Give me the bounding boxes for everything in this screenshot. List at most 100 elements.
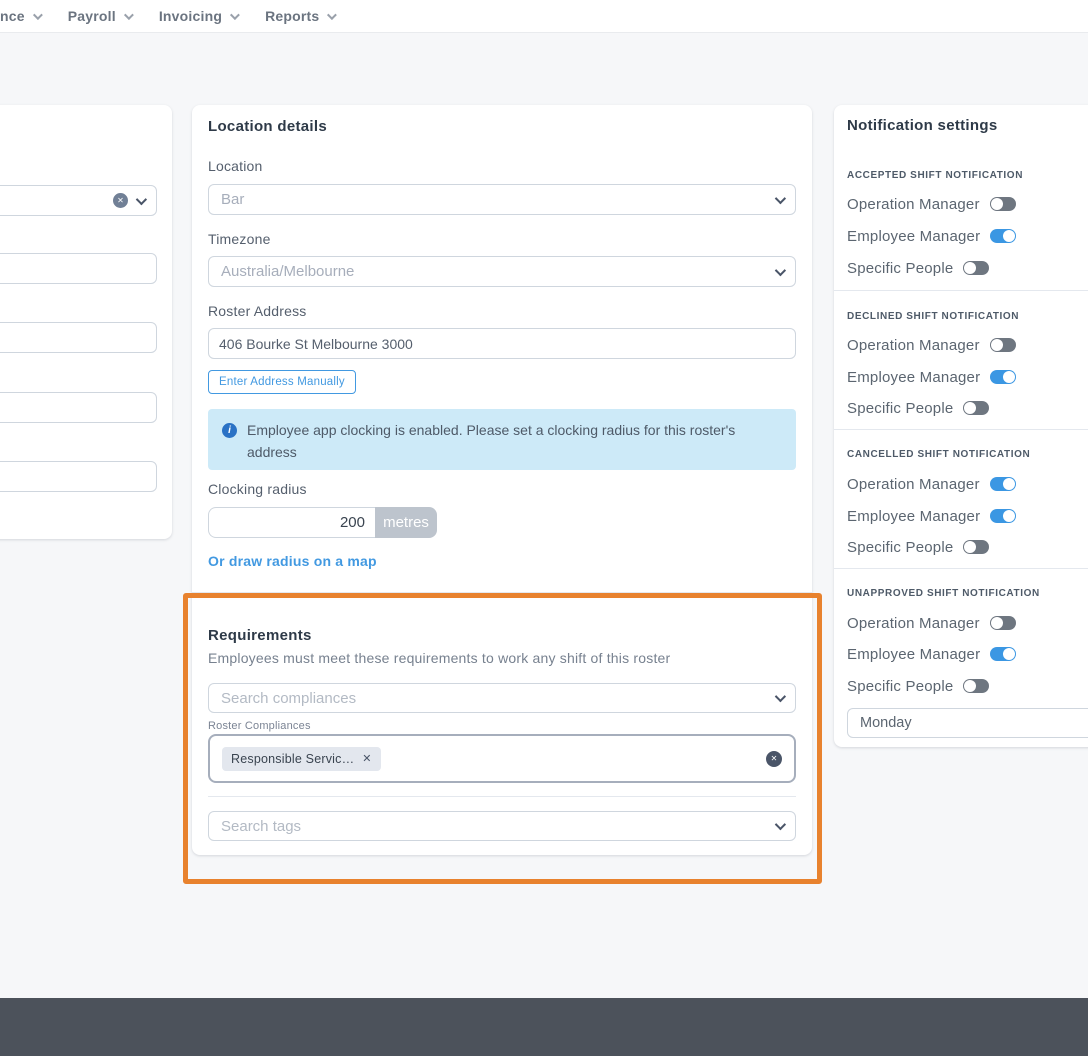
row-label: Specific People (847, 260, 953, 277)
chevron-down-icon (327, 10, 337, 20)
location-label: Location (208, 158, 263, 174)
nav-item-payroll[interactable]: Payroll (68, 8, 131, 24)
nav-item-label: Invoicing (159, 8, 222, 24)
notification-row: Employee Manager (847, 225, 1016, 247)
specific-people-toggle[interactable] (963, 679, 989, 693)
row-label: Specific People (847, 678, 953, 695)
search-compliances-placeholder: Search compliances (221, 690, 775, 707)
requirements-title: Requirements (208, 627, 312, 644)
chevron-down-icon (775, 691, 786, 702)
left-panel-select[interactable]: ✕ (0, 185, 157, 216)
operation-manager-toggle[interactable] (990, 477, 1016, 491)
clear-compliances-icon[interactable]: ✕ (766, 751, 782, 767)
left-panel-input-1[interactable] (0, 253, 157, 284)
employee-manager-toggle[interactable] (990, 647, 1016, 661)
notification-row: Operation Manager (847, 612, 1016, 634)
notification-row: Specific People (847, 675, 989, 697)
chevron-down-icon (124, 10, 134, 20)
notification-section-heading: ACCEPTED SHIFT NOTIFICATION (847, 170, 1023, 181)
section-divider (192, 592, 812, 593)
left-panel: ✕ (0, 105, 172, 539)
timezone-select-value: Australia/Melbourne (221, 263, 775, 280)
notification-row: Employee Manager (847, 366, 1016, 388)
roster-compliances-box[interactable]: Responsible Servic… ✕ ✕ (208, 734, 796, 783)
day-select-value: Monday (860, 715, 1084, 731)
specific-people-toggle[interactable] (963, 261, 989, 275)
requirements-divider (208, 796, 796, 797)
clocking-radius-input[interactable] (209, 508, 375, 537)
clocking-radius-group: metres (208, 507, 437, 538)
nav-item-invoicing[interactable]: Invoicing (159, 8, 237, 24)
clocking-radius-field[interactable] (208, 507, 375, 538)
nav-item-label: Reports (265, 8, 319, 24)
clocking-radius-label: Clocking radius (208, 481, 307, 497)
clocking-info-alert: i Employee app clocking is enabled. Plea… (208, 409, 796, 470)
location-details-card: Location details Location Bar Timezone A… (192, 105, 812, 855)
roster-compliances-label: Roster Compliances (208, 720, 311, 732)
employee-manager-toggle[interactable] (990, 509, 1016, 523)
chevron-down-icon (775, 192, 786, 203)
left-panel-input-2[interactable] (0, 322, 157, 353)
left-panel-input-4[interactable] (0, 462, 156, 491)
left-panel-input-3[interactable] (0, 393, 156, 422)
clear-icon[interactable]: ✕ (113, 193, 128, 208)
operation-manager-toggle[interactable] (990, 338, 1016, 352)
notification-row: Operation Manager (847, 334, 1016, 356)
top-nav: nce Payroll Invoicing Reports (0, 0, 1088, 33)
app-screen: nce Payroll Invoicing Reports ✕ (0, 0, 1088, 1056)
info-icon: i (222, 423, 237, 438)
compliance-tag: Responsible Servic… ✕ (222, 747, 381, 771)
row-label: Employee Manager (847, 228, 980, 245)
employee-manager-toggle[interactable] (990, 229, 1016, 243)
notification-row: Specific People (847, 397, 989, 419)
notification-row: Employee Manager (847, 643, 1016, 665)
notification-row: Specific People (847, 257, 989, 279)
employee-manager-toggle[interactable] (990, 370, 1016, 384)
row-label: Specific People (847, 539, 953, 556)
nav-item-compliance[interactable]: nce (0, 8, 40, 24)
left-panel-input-1[interactable] (0, 254, 156, 283)
chevron-down-icon (33, 10, 43, 20)
row-label: Operation Manager (847, 337, 980, 354)
specific-people-toggle[interactable] (963, 401, 989, 415)
search-compliances-select[interactable]: Search compliances (208, 683, 796, 713)
draw-radius-link[interactable]: Or draw radius on a map (208, 553, 377, 569)
clocking-info-text: Employee app clocking is enabled. Please… (247, 419, 782, 460)
remove-tag-icon[interactable]: ✕ (362, 752, 371, 765)
left-panel-input-4[interactable] (0, 461, 157, 492)
location-select[interactable]: Bar (208, 184, 796, 215)
enter-address-manually-button[interactable]: Enter Address Manually (208, 370, 356, 394)
operation-manager-toggle[interactable] (990, 197, 1016, 211)
row-label: Employee Manager (847, 369, 980, 386)
location-details-title: Location details (208, 118, 327, 135)
row-label: Operation Manager (847, 476, 980, 493)
search-tags-placeholder: Search tags (221, 818, 775, 835)
page-footer (0, 998, 1088, 1056)
row-label: Operation Manager (847, 615, 980, 632)
timezone-select[interactable]: Australia/Melbourne (208, 256, 796, 287)
row-label: Employee Manager (847, 508, 980, 525)
notification-section-heading: UNAPPROVED SHIFT NOTIFICATION (847, 588, 1040, 599)
notification-settings-title: Notification settings (847, 117, 997, 134)
notification-section-heading: DECLINED SHIFT NOTIFICATION (847, 311, 1019, 322)
day-select[interactable]: Monday (847, 708, 1088, 738)
location-select-value: Bar (221, 191, 775, 208)
metres-addon: metres (375, 507, 437, 538)
specific-people-toggle[interactable] (963, 540, 989, 554)
notification-row: Specific People (847, 536, 989, 558)
row-label: Specific People (847, 400, 953, 417)
nav-item-reports[interactable]: Reports (265, 8, 334, 24)
notification-section-heading: CANCELLED SHIFT NOTIFICATION (847, 449, 1030, 460)
search-tags-select[interactable]: Search tags (208, 811, 796, 841)
section-divider (834, 568, 1088, 569)
chevron-down-icon (230, 10, 240, 20)
roster-address-label: Roster Address (208, 303, 307, 319)
left-panel-input-3[interactable] (0, 392, 157, 423)
left-panel-input-2[interactable] (0, 323, 156, 352)
chevron-down-icon (136, 193, 147, 204)
notification-row: Operation Manager (847, 193, 1016, 215)
roster-address-field[interactable] (208, 328, 796, 359)
roster-address-input[interactable] (209, 329, 795, 358)
operation-manager-toggle[interactable] (990, 616, 1016, 630)
timezone-label: Timezone (208, 231, 271, 247)
